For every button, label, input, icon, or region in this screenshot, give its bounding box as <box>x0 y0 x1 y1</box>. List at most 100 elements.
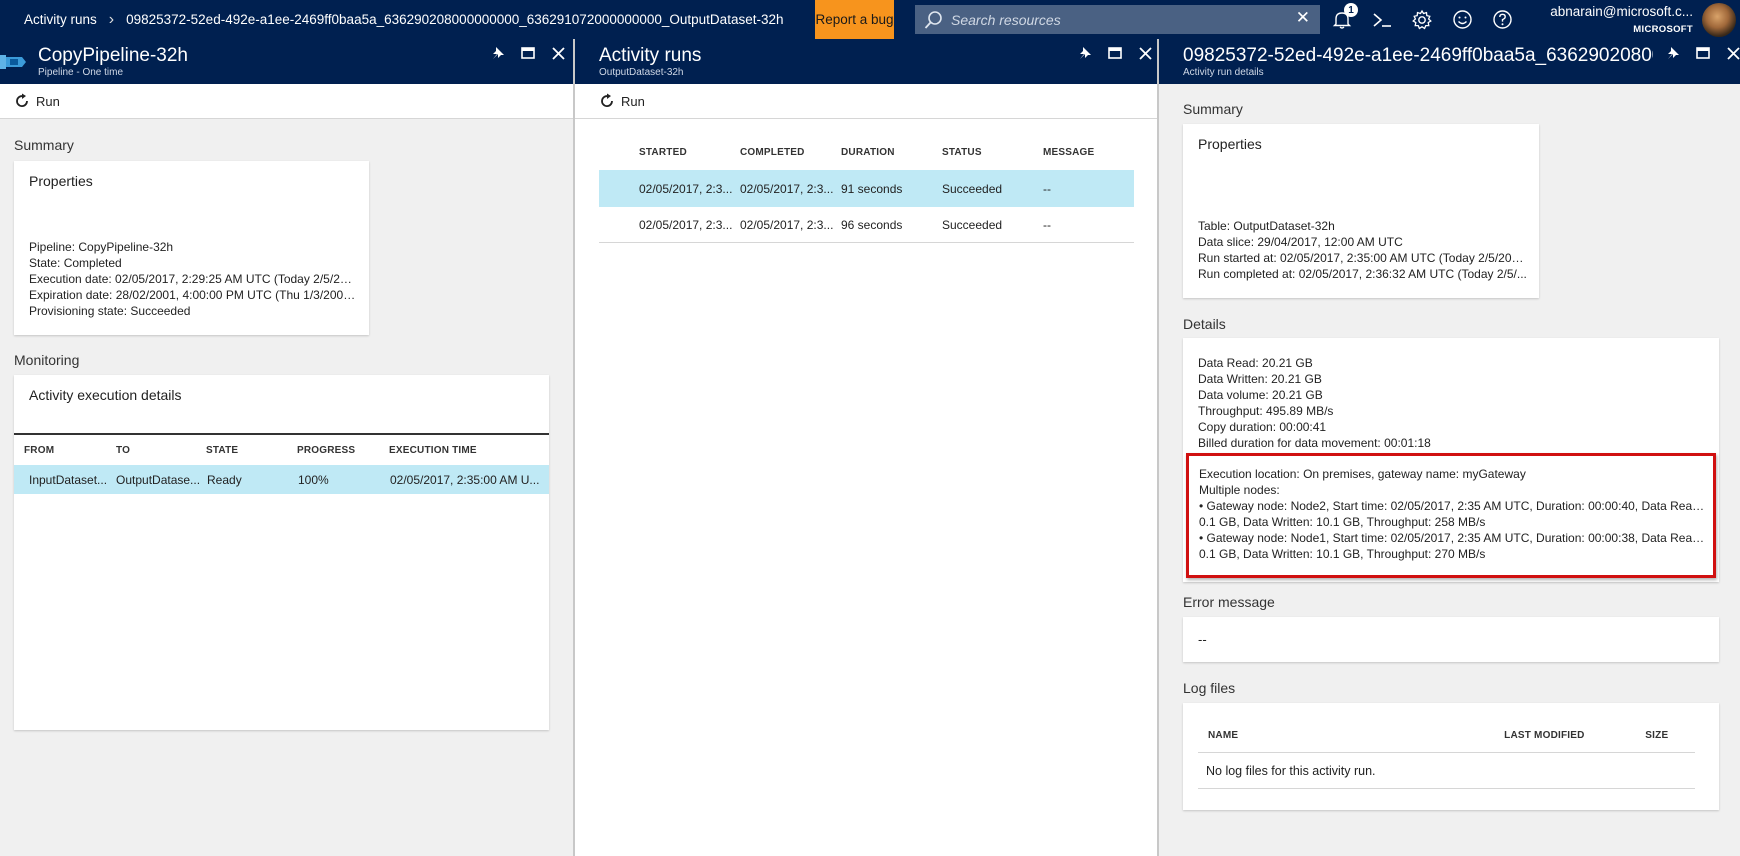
activity-run-details-blade: 09825372-52ed-492e-a1ee-2469ff0baa5a_636… <box>1159 39 1740 856</box>
close-icon[interactable] <box>1725 45 1740 61</box>
feedback-button[interactable] <box>1442 0 1482 39</box>
detail-line: Copy duration: 00:00:41 <box>1198 420 1327 434</box>
execution-line: 0.1 GB, Data Written: 10.1 GB, Throughpu… <box>1199 547 1486 561</box>
search-box[interactable]: Search resources ✕ <box>915 5 1320 34</box>
log-files-table: NAME LAST MODIFIED SIZE No log files for… <box>1198 718 1695 789</box>
detail-line: Data volume: 20.21 GB <box>1198 388 1323 402</box>
table-row[interactable]: 02/05/2017, 2:3... 02/05/2017, 2:3... 91… <box>599 170 1134 207</box>
properties-title: Properties <box>29 173 93 189</box>
activity-runs-header: Activity runs OutputDataset-32h <box>575 39 1157 84</box>
pin-icon[interactable] <box>1665 45 1681 61</box>
table-row[interactable]: InputDataset... OutputDatase... Ready 10… <box>14 465 549 494</box>
pipeline-subtitle: Pipeline - One time <box>38 67 124 78</box>
cell-completed: 02/05/2017, 2:3... <box>740 217 834 232</box>
activity-runs-blade: Activity runs OutputDataset-32h Run STAR… <box>575 39 1157 856</box>
col-started[interactable]: STARTED <box>639 147 740 158</box>
user-account[interactable]: abnarain@microsoft.c... MICROSOFT <box>1530 4 1693 35</box>
close-icon[interactable] <box>550 45 566 61</box>
detail-line: Data Written: 20.21 GB <box>1198 372 1322 386</box>
top-bar: Activity runs › 09825372-52ed-492e-a1ee-… <box>0 0 1740 39</box>
cloud-shell-button[interactable] <box>1362 0 1402 39</box>
col-progress[interactable]: PROGRESS <box>297 445 389 456</box>
refresh-icon <box>601 93 613 107</box>
breadcrumb-activity-runs[interactable]: Activity runs <box>24 12 97 27</box>
user-email: abnarain@microsoft.c... <box>1550 4 1693 19</box>
col-execution-time[interactable]: EXECUTION TIME <box>389 445 539 456</box>
pipeline-title: CopyPipeline-32h <box>38 45 188 66</box>
execution-line: 0.1 GB, Data Written: 10.1 GB, Throughpu… <box>1199 515 1486 529</box>
properties-title: Properties <box>1198 136 1262 152</box>
properties-card[interactable]: Properties Pipeline: CopyPipeline-32h St… <box>14 161 369 335</box>
col-from[interactable]: FROM <box>24 445 116 456</box>
col-state[interactable]: STATE <box>206 445 297 456</box>
maximize-icon[interactable] <box>1695 45 1711 61</box>
maximize-icon[interactable] <box>520 45 536 61</box>
cell-progress: 100% <box>298 472 329 487</box>
log-empty-row: No log files for this activity run. <box>1198 753 1695 789</box>
gear-icon <box>1412 9 1432 29</box>
run-label: Run <box>36 93 60 109</box>
cell-status: Succeeded <box>942 181 1003 196</box>
runs-table-header: STARTED COMPLETED DURATION STATUS MESSAG… <box>599 135 1134 170</box>
clear-search-icon[interactable]: ✕ <box>1296 8 1310 28</box>
search-icon <box>924 10 942 29</box>
breadcrumb: Activity runs › 09825372-52ed-492e-a1ee-… <box>0 0 783 39</box>
col-completed[interactable]: COMPLETED <box>740 147 841 158</box>
user-org: MICROSOFT <box>1633 24 1693 35</box>
cell-message: -- <box>1043 217 1051 232</box>
close-icon[interactable] <box>1137 45 1153 61</box>
search-input[interactable]: Search resources <box>951 12 1061 28</box>
cell-message: -- <box>1043 181 1051 196</box>
property-line: Expiration date: 28/02/2001, 4:00:00 PM … <box>29 288 357 302</box>
col-name[interactable]: NAME <box>1208 730 1504 741</box>
detail-line: Data Read: 20.21 GB <box>1198 356 1313 370</box>
col-size[interactable]: SIZE <box>1645 730 1695 741</box>
properties-card[interactable]: Properties Table: OutputDataset-32h Data… <box>1183 124 1539 298</box>
details-subtitle: Activity run details <box>1183 67 1264 78</box>
property-line: Run completed at: 02/05/2017, 2:36:32 AM… <box>1198 267 1527 281</box>
error-message-card: -- <box>1183 617 1719 662</box>
error-message-heading: Error message <box>1183 594 1275 610</box>
col-message[interactable]: MESSAGE <box>1043 147 1123 158</box>
smiley-icon <box>1452 10 1472 29</box>
activity-runs-title: Activity runs <box>599 45 702 66</box>
notifications-button[interactable]: 1 <box>1322 0 1362 39</box>
error-message-value: -- <box>1198 632 1207 647</box>
col-to[interactable]: TO <box>116 445 206 456</box>
execution-line: Execution location: On premises, gateway… <box>1199 467 1526 481</box>
col-status[interactable]: STATUS <box>942 147 1043 158</box>
property-line: Data slice: 29/04/2017, 12:00 AM UTC <box>1198 235 1403 249</box>
col-duration[interactable]: DURATION <box>841 147 942 158</box>
activity-table: FROM TO STATE PROGRESS EXECUTION TIME In… <box>14 435 549 494</box>
run-button[interactable]: Run <box>0 84 573 119</box>
properties-list: Pipeline: CopyPipeline-32h State: Comple… <box>29 239 357 319</box>
help-button[interactable] <box>1482 0 1522 39</box>
activity-execution-title: Activity execution details <box>29 387 182 403</box>
col-last-modified[interactable]: LAST MODIFIED <box>1504 730 1645 741</box>
avatar[interactable] <box>1702 3 1736 37</box>
summary-heading: Summary <box>1183 101 1243 117</box>
report-bug-button[interactable]: Report a bug <box>815 0 894 39</box>
execution-line: Multiple nodes: <box>1199 483 1280 497</box>
properties-list: Table: OutputDataset-32h Data slice: 29/… <box>1198 218 1528 282</box>
run-button[interactable]: Run <box>575 84 1157 119</box>
chevron-right-icon: › <box>108 10 115 28</box>
details-header: 09825372-52ed-492e-a1ee-2469ff0baa5a_636… <box>1159 39 1740 84</box>
cell-status: Succeeded <box>942 217 1003 232</box>
pin-icon[interactable] <box>1077 45 1093 61</box>
cell-duration: 96 seconds <box>841 217 903 232</box>
pin-icon[interactable] <box>490 45 506 61</box>
log-empty-message: No log files for this activity run. <box>1206 763 1376 778</box>
help-icon <box>1492 10 1512 29</box>
cell-state: Ready <box>207 472 242 487</box>
settings-button[interactable] <box>1402 0 1442 39</box>
table-row[interactable]: 02/05/2017, 2:3... 02/05/2017, 2:3... 96… <box>599 207 1134 243</box>
activity-table-header: FROM TO STATE PROGRESS EXECUTION TIME <box>14 435 549 465</box>
run-label: Run <box>621 93 645 109</box>
property-line: Pipeline: CopyPipeline-32h <box>29 240 174 254</box>
maximize-icon[interactable] <box>1107 45 1123 61</box>
execution-line: • Gateway node: Node2, Start time: 02/05… <box>1199 499 1707 513</box>
execution-line: • Gateway node: Node1, Start time: 02/05… <box>1199 531 1707 545</box>
cell-started: 02/05/2017, 2:3... <box>639 181 733 196</box>
breadcrumb-current[interactable]: 09825372-52ed-492e-a1ee-2469ff0baa5a_636… <box>126 12 783 27</box>
